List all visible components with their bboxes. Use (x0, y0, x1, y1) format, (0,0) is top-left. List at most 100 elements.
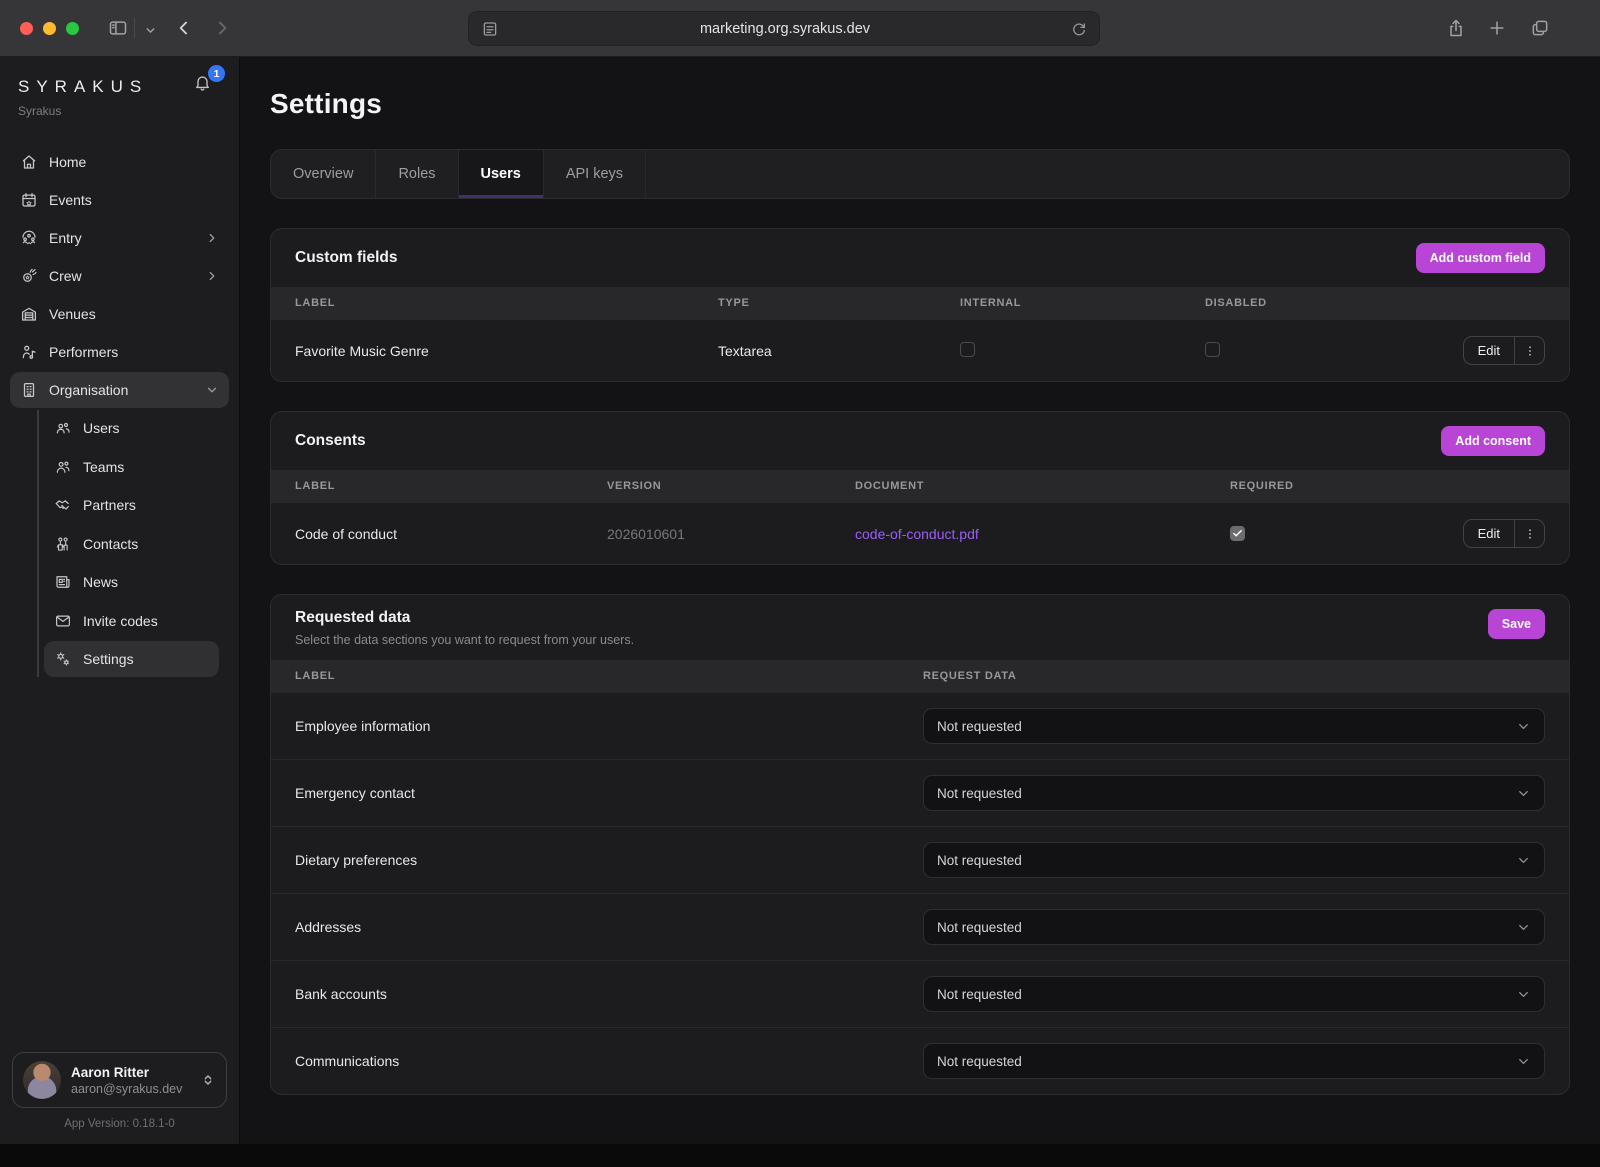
requested-data-header: LABEL REQUEST DATA (271, 660, 1569, 692)
performer-icon (20, 343, 38, 361)
share-icon[interactable] (1444, 16, 1468, 40)
url-bar[interactable]: marketing.org.syrakus.dev (468, 11, 1100, 46)
forward-button[interactable] (210, 16, 234, 40)
sidebar-item-label: Performers (49, 344, 118, 360)
sidebar-item-label: Events (49, 192, 92, 208)
request-data-select[interactable]: Not requested (923, 976, 1545, 1012)
tab-api-keys[interactable]: API keys (544, 150, 646, 198)
chevron-down-icon (1516, 853, 1531, 868)
minimize-window-button[interactable] (43, 22, 56, 35)
sidebar-toggle-icon[interactable] (106, 16, 130, 40)
sidebar-item-crew[interactable]: Crew (10, 258, 229, 294)
notifications-button[interactable]: 1 (193, 73, 217, 97)
select-value: Not requested (937, 786, 1022, 801)
sidebar-item-label: Invite codes (83, 613, 158, 629)
page-title: Settings (270, 88, 1570, 120)
reload-icon[interactable] (1071, 21, 1087, 37)
sidebar-item-label: Contacts (83, 536, 138, 552)
venue-icon (20, 305, 38, 323)
consents-title: Consents (295, 432, 366, 450)
disabled-checkbox[interactable] (1205, 342, 1220, 357)
tab-roles[interactable]: Roles (376, 150, 458, 198)
sidebar-item-entry[interactable]: Entry (10, 220, 229, 256)
building-icon (20, 381, 38, 399)
gears-icon (54, 650, 72, 668)
table-row: Emergency contact Not requested (271, 759, 1569, 826)
request-data-select[interactable]: Not requested (923, 1043, 1545, 1079)
request-data-select[interactable]: Not requested (923, 909, 1545, 945)
request-data-select[interactable]: Not requested (923, 708, 1545, 744)
sidebar-item-organisation[interactable]: Organisation (10, 372, 229, 408)
select-value: Not requested (937, 1054, 1022, 1069)
home-icon (20, 153, 38, 171)
teams-icon (54, 458, 72, 476)
requested-data-label: Dietary preferences (295, 852, 923, 868)
consent-version: 2026010601 (607, 526, 855, 542)
sidebar-item-teams[interactable]: Teams (44, 449, 219, 485)
sidebar-item-performers[interactable]: Performers (10, 334, 229, 370)
add-consent-button[interactable]: Add consent (1441, 426, 1545, 456)
select-value: Not requested (937, 719, 1022, 734)
back-button[interactable] (172, 16, 196, 40)
consent-document-link[interactable]: code-of-conduct.pdf (855, 526, 979, 542)
chevron-right-icon (205, 269, 219, 283)
required-checkbox[interactable] (1230, 526, 1245, 541)
column-header-version: VERSION (607, 480, 855, 492)
avatar (23, 1061, 61, 1099)
table-row: Dietary preferences Not requested (271, 826, 1569, 893)
close-window-button[interactable] (20, 22, 33, 35)
browser-chrome: marketing.org.syrakus.dev (0, 0, 1600, 57)
sidebar-item-label: Users (83, 420, 120, 436)
sidebar-item-partners[interactable]: Partners (44, 487, 219, 523)
sidebar-item-events[interactable]: Events (10, 182, 229, 218)
request-data-select[interactable]: Not requested (923, 842, 1545, 878)
add-custom-field-button[interactable]: Add custom field (1416, 243, 1545, 273)
settings-tabs: Overview Roles Users API keys (270, 149, 1570, 199)
column-header-label: LABEL (295, 297, 718, 309)
sidebar-item-home[interactable]: Home (10, 144, 229, 180)
contacts-icon (54, 535, 72, 553)
sidebar-item-news[interactable]: News (44, 564, 219, 600)
tab-overview[interactable]: Overview (271, 150, 376, 198)
envelope-icon (54, 612, 72, 630)
sidebar-item-invite-codes[interactable]: Invite codes (44, 603, 219, 639)
chevron-down-icon (1516, 1054, 1531, 1069)
zoom-window-button[interactable] (66, 22, 79, 35)
sidebar-item-contacts[interactable]: Contacts (44, 526, 219, 562)
sidebar-item-label: Venues (49, 306, 96, 322)
sidebar-item-venues[interactable]: Venues (10, 296, 229, 332)
column-header-label: LABEL (295, 670, 923, 682)
new-tab-icon[interactable] (1485, 16, 1509, 40)
sidebar-item-label: Partners (83, 497, 136, 513)
save-button[interactable]: Save (1488, 609, 1545, 639)
notification-badge: 1 (208, 65, 225, 82)
edit-button[interactable]: Edit (1464, 337, 1514, 364)
sidebar-menu-chevron-icon[interactable] (138, 18, 162, 42)
chevron-down-icon (1516, 719, 1531, 734)
app-version: App Version: 0.18.1-0 (0, 1108, 239, 1144)
request-data-select[interactable]: Not requested (923, 775, 1545, 811)
chevron-down-icon (205, 383, 219, 397)
sidebar-item-label: Entry (49, 230, 82, 246)
tab-users[interactable]: Users (459, 150, 544, 198)
page-format-icon[interactable] (481, 20, 499, 38)
user-email: aaron@syrakus.dev (71, 1082, 190, 1096)
requested-data-label: Bank accounts (295, 986, 923, 1002)
kebab-menu-button[interactable] (1514, 520, 1544, 547)
kebab-icon (1523, 344, 1537, 358)
column-header-request-data: REQUEST DATA (923, 670, 1545, 682)
chevron-right-icon (205, 231, 219, 245)
edit-button[interactable]: Edit (1464, 520, 1514, 547)
tab-overview-icon[interactable] (1528, 16, 1552, 40)
sidebar-item-users[interactable]: Users (44, 410, 219, 446)
consent-label: Code of conduct (295, 526, 607, 542)
custom-fields-header: LABEL TYPE INTERNAL DISABLED (271, 287, 1569, 319)
internal-checkbox[interactable] (960, 342, 975, 357)
requested-data-subtitle: Select the data sections you want to req… (295, 633, 634, 647)
custom-field-label: Favorite Music Genre (295, 343, 718, 359)
sidebar-item-label: Crew (49, 268, 82, 284)
kebab-menu-button[interactable] (1514, 337, 1544, 364)
sidebar-item-settings[interactable]: Settings (44, 641, 219, 677)
column-header-disabled: DISABLED (1205, 297, 1443, 309)
user-menu[interactable]: Aaron Ritter aaron@syrakus.dev (12, 1052, 227, 1108)
